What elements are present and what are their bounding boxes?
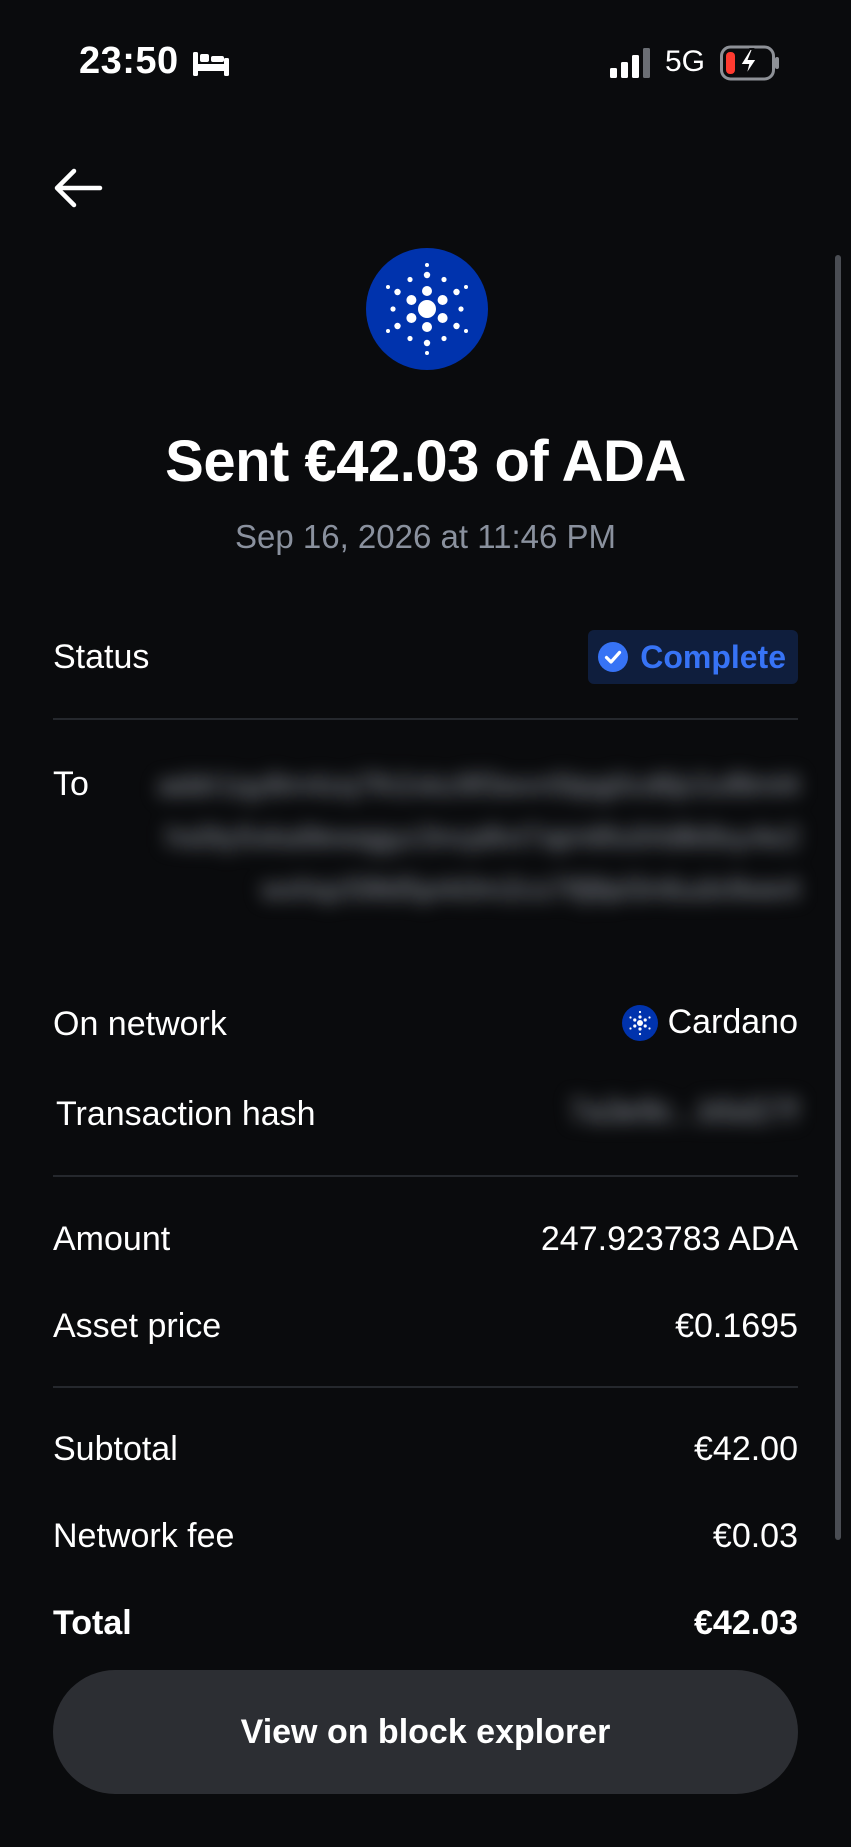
transaction-hash-label: Transaction hash (56, 1095, 316, 1133)
asset-price-label: Asset price (53, 1307, 222, 1345)
network-value: Cardano (621, 1003, 798, 1042)
network-type-label: 5G (665, 45, 706, 78)
back-arrow-icon[interactable] (50, 160, 106, 216)
page-title: Sent €42.03 of ADA (165, 429, 686, 494)
check-circle-icon (598, 642, 629, 672)
network-fee-value: €0.03 (712, 1517, 798, 1555)
status-value: Complete (640, 638, 786, 675)
to-label: To (53, 765, 89, 803)
status-badge: Complete (588, 630, 798, 684)
total-value: €42.03 (694, 1604, 798, 1642)
amount-value: 247.923783 ADA (540, 1220, 798, 1258)
amount-label: Amount (53, 1220, 171, 1258)
transaction-hash-value[interactable]: 7a3e9c...b5d27f (568, 1093, 798, 1130)
asset-price-value: €0.1695 (675, 1307, 798, 1345)
clock: 23:50 (79, 40, 179, 82)
status-bar: 23:50 5G (0, 0, 851, 130)
signal-icon (610, 48, 650, 78)
cardano-logo-icon (621, 1004, 658, 1041)
total-label: Total (53, 1604, 132, 1642)
recipient-address[interactable]: addr1qy8m4zq7lh2xkz9f3wvn5tpg0cd6jr2uf8m… (150, 760, 800, 960)
view-on-block-explorer-button[interactable]: View on block explorer (53, 1670, 798, 1794)
subtotal-value: €42.00 (694, 1430, 798, 1468)
battery-charging-icon (720, 45, 779, 81)
transaction-date: Sep 16, 2026 at 11:46 PM (235, 518, 616, 555)
network-label: On network (53, 1005, 227, 1043)
divider (53, 1175, 798, 1177)
network-name: Cardano (667, 1003, 798, 1041)
network-fee-label: Network fee (53, 1517, 235, 1555)
cardano-logo-icon (366, 248, 488, 370)
subtotal-label: Subtotal (53, 1430, 178, 1468)
bed-icon (193, 52, 229, 76)
divider (53, 718, 798, 720)
status-label: Status (53, 638, 150, 676)
divider (53, 1386, 798, 1388)
